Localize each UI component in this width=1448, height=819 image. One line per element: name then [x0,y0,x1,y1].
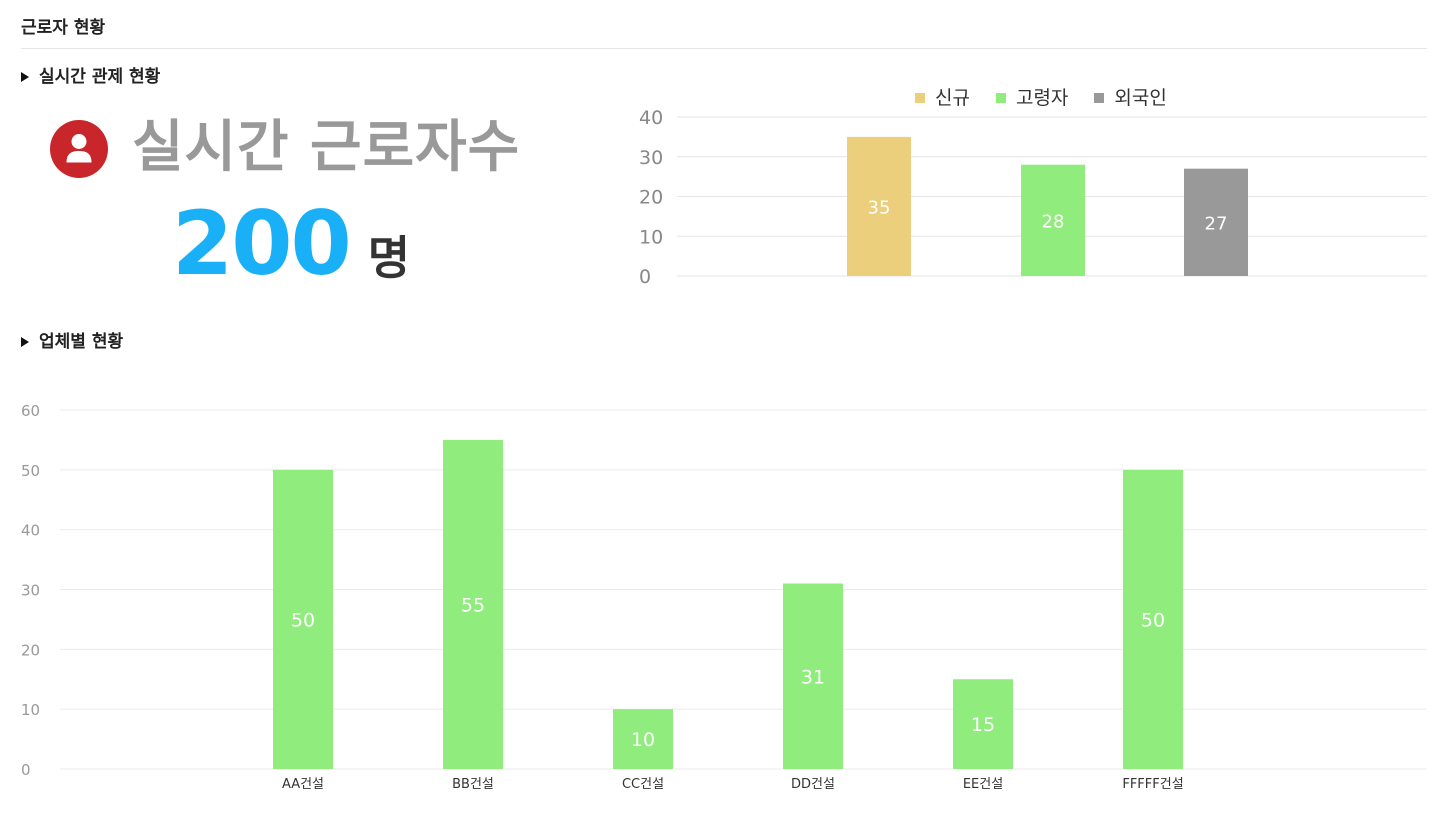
data-label: 27 [1205,213,1228,234]
y-tick-label: 50 [21,462,40,480]
data-label: 28 [1042,211,1065,232]
x-tick-label: DD건설 [791,777,835,792]
x-tick-label: FFFFF건설 [1122,777,1183,792]
data-label: 50 [291,609,315,631]
x-tick-label: BB건설 [452,777,494,792]
legend-swatch-foreign [1094,93,1105,103]
y-tick-label: 40 [21,522,40,540]
data-label: 15 [971,714,995,736]
company-status-heading-label: 업체별 현황 [39,332,124,352]
legend-swatch-new [915,93,925,103]
user-icon [50,120,108,178]
worker-count-value: 200 [172,192,352,295]
x-tick-label: CC건설 [622,777,664,792]
live-status-heading: 실시간 관제 현황 [21,66,160,88]
y-tick-label: 0 [639,266,651,288]
y-tick-label: 40 [639,107,663,129]
data-label: 35 [868,197,891,218]
data-label: 31 [801,666,825,688]
y-tick-label: 0 [21,761,31,779]
y-tick-label: 10 [21,701,40,719]
y-tick-label: 60 [21,402,40,420]
y-tick-label: 30 [21,582,40,600]
legend-swatch-elderly [995,93,1006,103]
worker-count-unit: 명 [367,231,411,285]
x-tick-label: AA건설 [282,777,324,792]
y-tick-label: 20 [21,641,40,659]
live-worker-label: 실시간 근로자수 [132,115,521,180]
company-bar-chart: 0 10 20 30 40 50 60 50 AA건설 55 BB건설 10 CC건설 31 DD건설 15 E… [21,402,1427,792]
triangle-right-icon [21,337,29,347]
company-status-heading: 업체별 현황 [21,331,123,353]
y-tick-label: 30 [639,147,663,169]
page-title: 근로자 현황 [21,18,106,38]
y-tick-label: 10 [639,226,663,248]
triangle-right-icon [21,72,29,82]
data-label: 50 [1141,609,1165,631]
title-divider [21,48,1427,49]
data-label: 55 [461,594,485,616]
category-bar-chart: 0 10 20 30 40 35 28 27 [639,107,1427,288]
y-tick-label: 20 [639,187,663,209]
live-worker-count: 200 명 [172,196,410,292]
data-label: 10 [631,729,655,751]
live-status-heading-label: 실시간 관제 현황 [39,67,161,87]
x-tick-label: EE건설 [963,777,1003,792]
